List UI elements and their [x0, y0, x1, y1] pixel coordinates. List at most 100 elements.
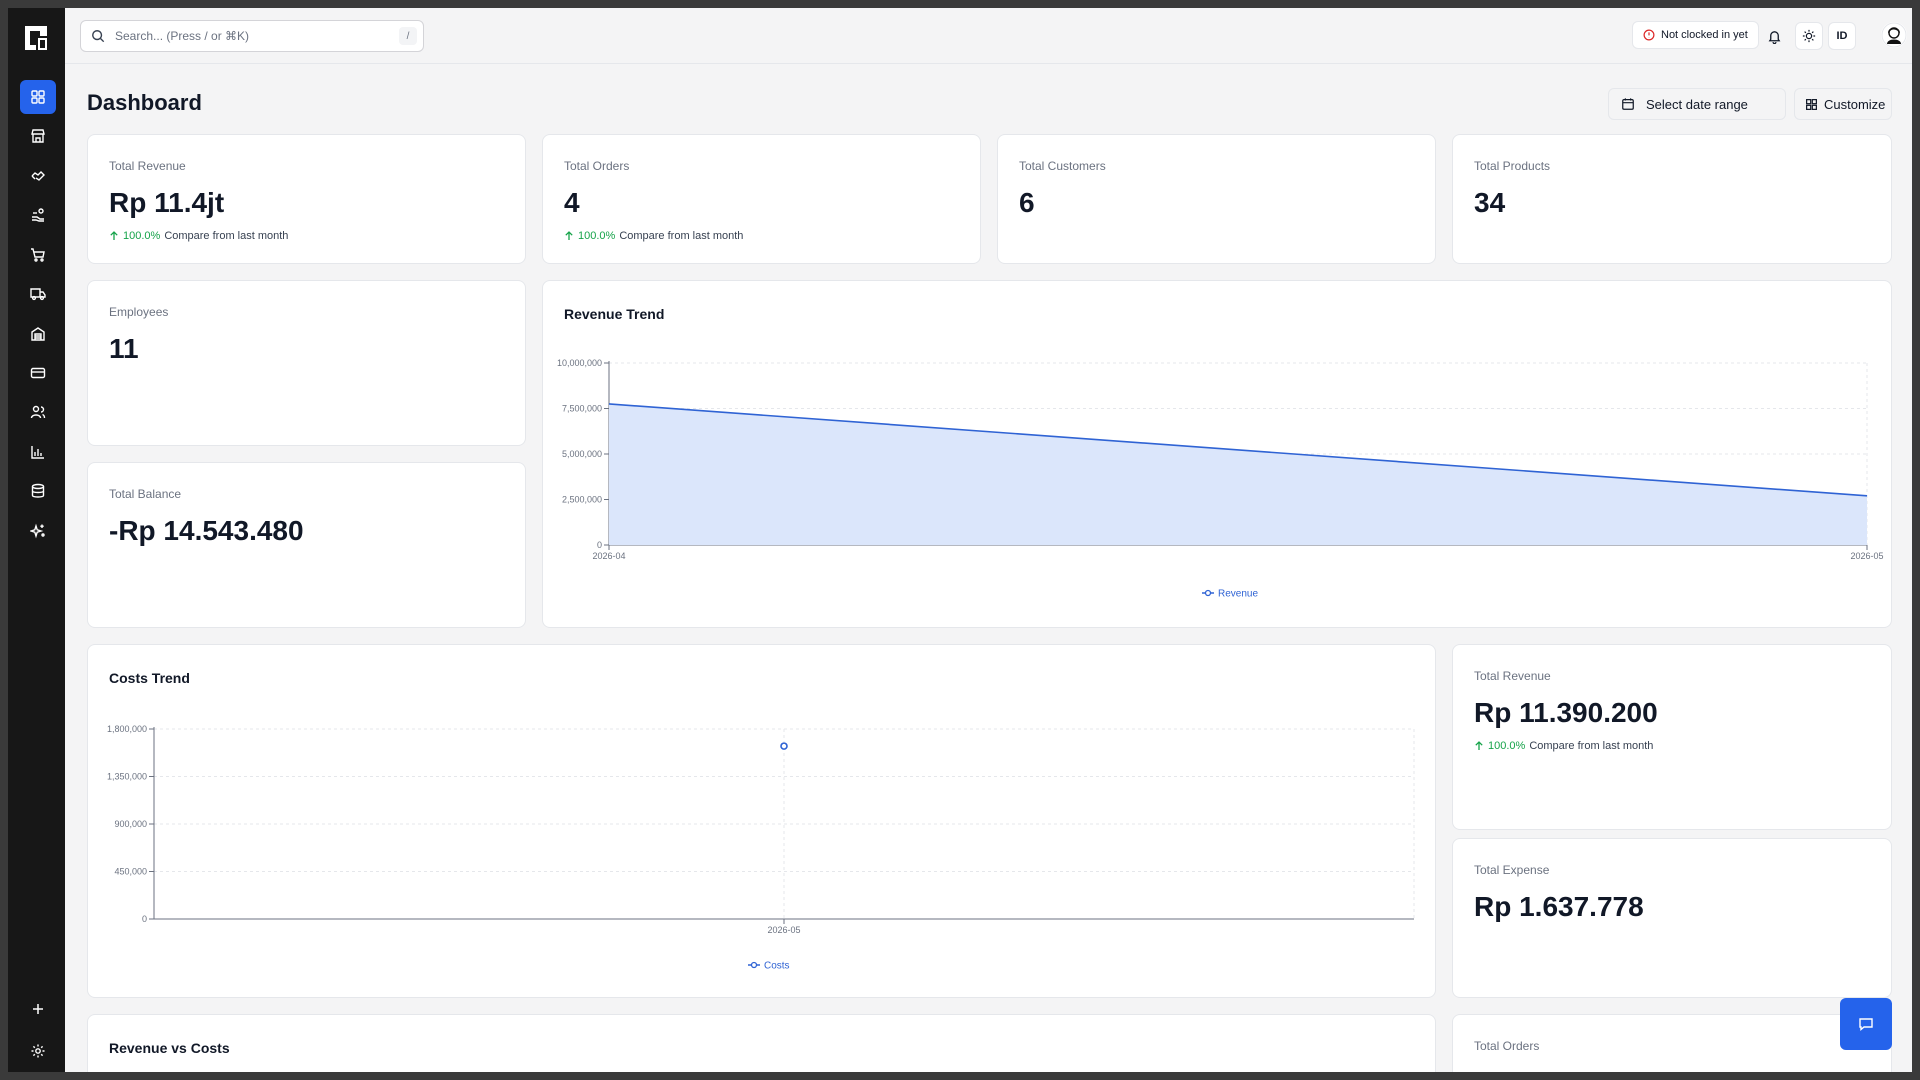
stat-value: -Rp 14.543.480	[109, 515, 304, 546]
app-window: Search... (Press / or ⌘K) / Not clocked …	[8, 8, 1912, 1072]
handshake-icon	[31, 171, 45, 181]
arrow-up-icon	[110, 231, 118, 240]
warehouse-icon	[31, 327, 45, 341]
hand-coins-icon	[32, 208, 44, 222]
sidebar-item-delivery[interactable]	[20, 277, 56, 311]
stat-label: Total Balance	[109, 487, 182, 501]
date-range-picker[interactable]: Select date range	[1608, 88, 1786, 120]
customize-label: Customize	[1824, 96, 1886, 112]
bar-chart-icon	[31, 446, 44, 459]
stat-change: 100.0% Compare from last month	[109, 230, 288, 242]
y-tick-label: 5,000,000	[562, 449, 602, 459]
theme-toggle-button[interactable]	[1795, 22, 1823, 50]
legend-marker	[750, 961, 758, 969]
sidebar-item-ai[interactable]	[20, 514, 56, 548]
stat-label: Total Revenue	[109, 159, 186, 173]
clock-status-text: Not clocked in yet	[1661, 29, 1748, 41]
calendar-icon	[1622, 98, 1634, 110]
sidebar-item-dashboard[interactable]	[20, 80, 56, 114]
stat-value: 11	[109, 333, 139, 364]
add-button[interactable]	[20, 992, 56, 1026]
search-input[interactable]: Search... (Press / or ⌘K) /	[80, 20, 424, 52]
stat-value: Rp 1.637.778	[1474, 891, 1644, 922]
y-tick-label: 450,000	[114, 867, 147, 877]
bell-icon	[1768, 30, 1780, 44]
layout-grid-icon	[1806, 98, 1817, 110]
y-tick-label: 1,800,000	[107, 724, 147, 734]
sidebar-item-finance[interactable]	[20, 198, 56, 232]
stat-card-total-expense: Total Expense Rp 1.637.778	[1452, 838, 1892, 998]
stat-label: Total Customers	[1019, 159, 1106, 173]
chat-button[interactable]	[1840, 998, 1892, 1050]
sun-icon	[1802, 29, 1816, 43]
alert-circle-icon	[1643, 29, 1655, 41]
stat-value: 4	[564, 187, 580, 218]
stat-change-text: Compare from last month	[1529, 740, 1654, 752]
search-icon	[92, 30, 105, 43]
database-icon	[31, 483, 45, 498]
arrow-up-icon	[565, 231, 573, 240]
search-shortcut-badge: /	[399, 27, 417, 45]
y-tick-label: 10,000,000	[557, 358, 602, 368]
stat-value: 4	[1474, 1067, 1490, 1072]
stat-label: Employees	[109, 305, 169, 319]
language-switch-button[interactable]: ID	[1828, 22, 1856, 50]
sidebar-item-reports[interactable]	[20, 435, 56, 469]
stat-value: 34	[1474, 187, 1506, 218]
sidebar	[8, 8, 65, 1072]
y-tick-label: 0	[597, 540, 602, 550]
sidebar-item-partners[interactable]	[20, 159, 56, 193]
cart-icon	[31, 248, 45, 262]
legend-marker	[1204, 589, 1212, 597]
date-range-label: Select date range	[1646, 96, 1748, 112]
legend-label: Costs	[764, 961, 790, 972]
stat-change: 100.0% Compare from last month	[1474, 740, 1653, 752]
x-tick-label: 2026-04	[592, 551, 625, 561]
app-logo-icon[interactable]	[22, 24, 50, 52]
dashboard-icon	[31, 90, 45, 104]
stat-label: Total Products	[1474, 159, 1551, 173]
sidebar-item-sales[interactable]	[20, 238, 56, 272]
sidebar-item-store[interactable]	[20, 119, 56, 153]
revenue-trend-card: Revenue Trend 0 2,500,000 5,000,000 7,500,0…	[542, 280, 1892, 628]
legend-label: Revenue	[1218, 589, 1258, 600]
costs-trend-chart: 0 450,000 900,000 1,350,000 1,800,000 2026-05…	[107, 724, 1415, 972]
message-square-icon	[1859, 1018, 1873, 1031]
y-tick-label: 0	[142, 914, 147, 924]
stat-card-total-orders: Total Orders 4 100.0% Compare from last …	[542, 134, 981, 264]
stat-label: Total Revenue	[1474, 669, 1551, 683]
area-fill	[609, 403, 1867, 545]
credit-card-icon	[30, 367, 46, 379]
sidebar-item-payments[interactable]	[20, 356, 56, 390]
topbar: Search... (Press / or ⌘K) / Not clocked …	[65, 8, 1912, 64]
clock-status-button[interactable]: Not clocked in yet	[1632, 21, 1759, 49]
stat-card-total-revenue-full: Total Revenue Rp 11.390.200 100.0% Compa…	[1452, 644, 1892, 830]
x-tick-label: 2026-05	[1850, 551, 1883, 561]
stat-change-percent: 100.0%	[123, 230, 161, 242]
user-avatar[interactable]	[1881, 22, 1907, 48]
stat-card-total-orders-2: Total Orders 4	[1452, 1014, 1892, 1072]
settings-button[interactable]	[20, 1034, 56, 1068]
sparkles-icon	[30, 523, 45, 539]
plus-icon	[33, 1004, 43, 1014]
y-tick-label: 1,350,000	[107, 772, 147, 782]
stat-change-text: Compare from last month	[164, 230, 289, 242]
truck-icon	[30, 288, 46, 301]
stat-value: 6	[1019, 187, 1035, 218]
y-tick-label: 7,500,000	[562, 404, 602, 414]
settings-icon	[31, 1044, 45, 1058]
stat-label: Total Orders	[1474, 1039, 1540, 1053]
stat-label: Total Expense	[1474, 863, 1550, 877]
notifications-button[interactable]	[1762, 24, 1786, 48]
sidebar-item-users[interactable]	[20, 395, 56, 429]
store-icon	[31, 129, 45, 143]
stat-card-employees: Employees 11	[87, 280, 526, 446]
chart-title: Revenue vs Costs	[109, 1040, 230, 1056]
customize-button[interactable]: Customize	[1794, 88, 1892, 120]
sidebar-item-warehouse[interactable]	[20, 317, 56, 351]
stat-value: Rp 11.4jt	[109, 187, 225, 218]
revenue-vs-costs-card: Revenue vs Costs	[87, 1014, 1436, 1072]
page-title: Dashboard	[87, 90, 202, 115]
sidebar-item-database[interactable]	[20, 474, 56, 508]
costs-trend-card: Costs Trend 0 450,000 900,000 1,350,000 1,80…	[87, 644, 1436, 998]
